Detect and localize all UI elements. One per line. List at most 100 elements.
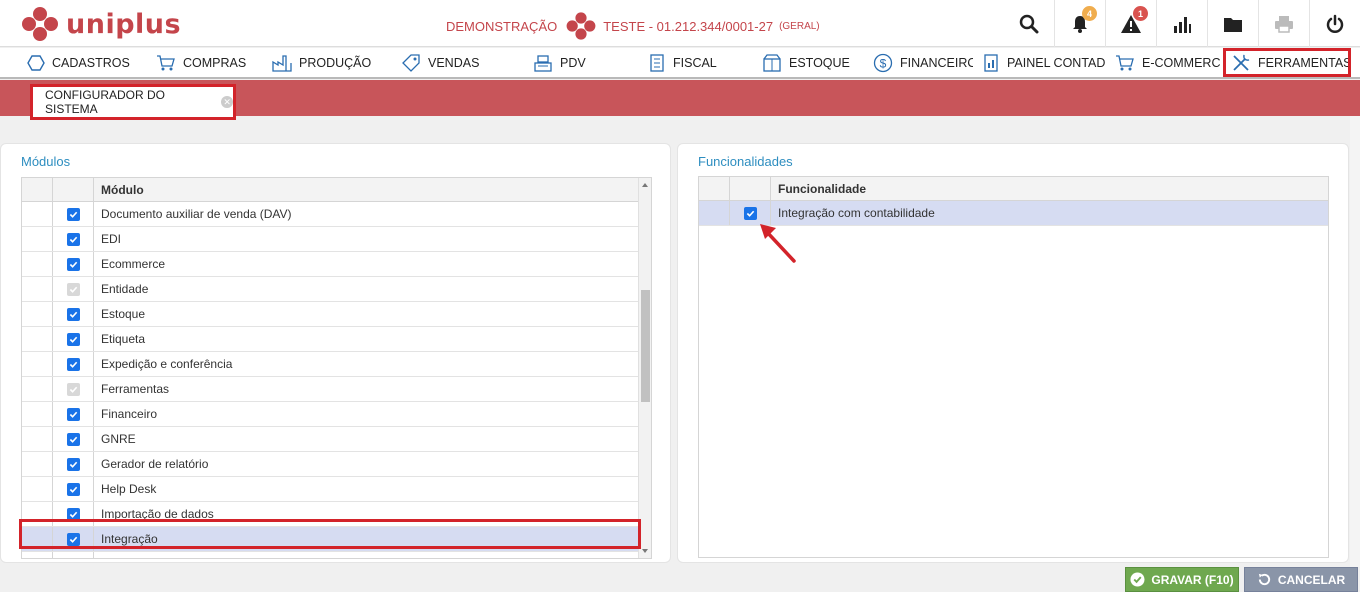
chart-icon: [1174, 16, 1191, 33]
charts-button[interactable]: [1156, 0, 1207, 47]
tab-label: CONFIGURADOR DO SISTEMA: [45, 88, 165, 116]
row-handle: [22, 252, 53, 276]
menu-label: E-COMMERCE: [1142, 55, 1220, 70]
modules-rows: Documento auxiliar de venda (DAV) EDI Ecom…: [22, 202, 638, 558]
module-row[interactable]: Help Desk: [22, 477, 638, 502]
menu-ecommerce[interactable]: E-COMMERCE: [1115, 48, 1220, 77]
save-button[interactable]: GRAVAR (F10): [1125, 567, 1239, 592]
modules-scrollbar[interactable]: [638, 178, 651, 558]
module-row[interactable]: Inventário de estoque: [22, 552, 638, 558]
checkbox[interactable]: [66, 207, 80, 221]
module-label: Financeiro: [101, 407, 158, 421]
module-row[interactable]: Financeiro: [22, 402, 638, 427]
save-label: GRAVAR (F10): [1151, 572, 1234, 587]
menu-ferramentas[interactable]: FERRAMENTAS: [1223, 48, 1351, 77]
row-handle: [22, 427, 53, 451]
printer-icon: [1275, 15, 1293, 33]
company-selector[interactable]: DEMONSTRAÇÃO TESTE - 01.212.344/0001-27 …: [446, 11, 820, 41]
menu-vendas[interactable]: VENDAS: [401, 48, 501, 77]
modules-grid-header: Módulo: [22, 178, 638, 202]
checkbox[interactable]: [66, 307, 80, 321]
menu-label: PRODUÇÃO: [299, 55, 372, 70]
module-row[interactable]: Expedição e conferência: [22, 352, 638, 377]
checkbox[interactable]: [66, 257, 80, 271]
module-row[interactable]: EDI: [22, 227, 638, 252]
module-row[interactable]: GNRE: [22, 427, 638, 452]
files-button[interactable]: [1207, 0, 1258, 47]
power-icon: [1326, 14, 1344, 33]
column-header-modulo[interactable]: Módulo: [94, 178, 144, 201]
undo-icon: [1258, 573, 1270, 586]
logout-button[interactable]: [1309, 0, 1360, 47]
box-icon: [763, 53, 781, 72]
menu-compras[interactable]: COMPRAS: [156, 48, 266, 77]
folder-icon: [1224, 17, 1242, 32]
menu-label: FINANCEIRO: [900, 55, 973, 70]
checkbox[interactable]: [66, 557, 80, 558]
menu-label: PAINEL CONTADOR: [1007, 55, 1105, 70]
features-grid-header: Funcionalidade: [699, 177, 1328, 201]
menu-label: PDV: [560, 55, 586, 70]
alerts-button[interactable]: 1: [1105, 0, 1156, 47]
row-handle: [22, 302, 53, 326]
module-label: Gerador de relatório: [101, 457, 209, 471]
environment-label: DEMONSTRAÇÃO: [446, 18, 558, 34]
logo[interactable]: uniplus: [20, 6, 181, 42]
company-logo-icon: [566, 12, 596, 40]
close-icon[interactable]: ✕: [221, 96, 233, 108]
tab-strip: CONFIGURADOR DO SISTEMA ✕: [0, 80, 1360, 120]
menu-fiscal[interactable]: FISCAL: [648, 48, 738, 77]
checkbox[interactable]: [66, 357, 80, 371]
module-row[interactable]: Ecommerce: [22, 252, 638, 277]
module-row[interactable]: Etiqueta: [22, 327, 638, 352]
module-label: Etiqueta: [101, 332, 146, 346]
document-icon: [650, 53, 664, 72]
company-suffix: (GERAL): [779, 20, 820, 32]
menu-label: FISCAL: [673, 55, 717, 70]
module-label: Expedição e conferência: [101, 357, 233, 371]
module-row[interactable]: Gerador de relatório: [22, 452, 638, 477]
tab-configurador[interactable]: CONFIGURADOR DO SISTEMA ✕: [30, 84, 236, 120]
module-row[interactable]: Entidade: [22, 277, 638, 302]
checkbox[interactable]: [66, 482, 80, 496]
module-label: Ferramentas: [101, 382, 170, 396]
menu-cadastros[interactable]: CADASTROS: [27, 48, 147, 77]
main-menu: CADASTROS COMPRAS PRODUÇÃO VENDAS PDV FI…: [0, 48, 1360, 79]
menu-pdv[interactable]: PDV: [533, 48, 613, 77]
cancel-label: CANCELAR: [1277, 572, 1346, 587]
checkbox[interactable]: [743, 206, 757, 220]
menu-painel-contador[interactable]: PAINEL CONTADOR: [982, 48, 1105, 77]
checkbox[interactable]: [66, 432, 80, 446]
alerts-badge: 1: [1133, 6, 1148, 21]
checkbox[interactable]: [66, 457, 80, 471]
app-header: uniplus DEMONSTRAÇÃO TESTE - 01.212.344/…: [0, 0, 1360, 47]
row-handle: [22, 552, 53, 558]
modules-scroll-thumb[interactable]: [641, 290, 650, 402]
cancel-button[interactable]: CANCELAR: [1244, 567, 1358, 592]
print-button[interactable]: [1258, 0, 1309, 47]
module-label: Inventário de estoque: [94, 552, 216, 558]
page-scrollbar[interactable]: [1350, 116, 1360, 567]
row-handle: [22, 352, 53, 376]
module-label: Documento auxiliar de venda (DAV): [101, 207, 292, 221]
menu-producao[interactable]: PRODUÇÃO: [272, 48, 392, 77]
module-row[interactable]: Ferramentas: [22, 377, 638, 402]
search-button[interactable]: [1003, 0, 1054, 47]
checkbox[interactable]: [66, 332, 80, 346]
module-label: GNRE: [101, 432, 136, 446]
scroll-up-icon[interactable]: [639, 180, 651, 190]
search-icon: [1019, 14, 1038, 33]
menu-financeiro[interactable]: $ FINANCEIRO: [873, 48, 973, 77]
dollar-icon: $: [873, 53, 893, 72]
header-toolbar: 4 1: [1003, 0, 1360, 47]
checkbox[interactable]: [66, 407, 80, 421]
column-header-funcionalidade[interactable]: Funcionalidade: [771, 177, 866, 200]
module-row[interactable]: Estoque: [22, 302, 638, 327]
menu-label: COMPRAS: [183, 55, 247, 70]
module-row[interactable]: Documento auxiliar de venda (DAV): [22, 202, 638, 227]
checkbox[interactable]: [66, 232, 80, 246]
menu-estoque[interactable]: ESTOQUE: [762, 48, 862, 77]
module-label: Estoque: [101, 307, 146, 321]
notifications-badge: 4: [1082, 6, 1097, 21]
notifications-button[interactable]: 4: [1054, 0, 1105, 47]
